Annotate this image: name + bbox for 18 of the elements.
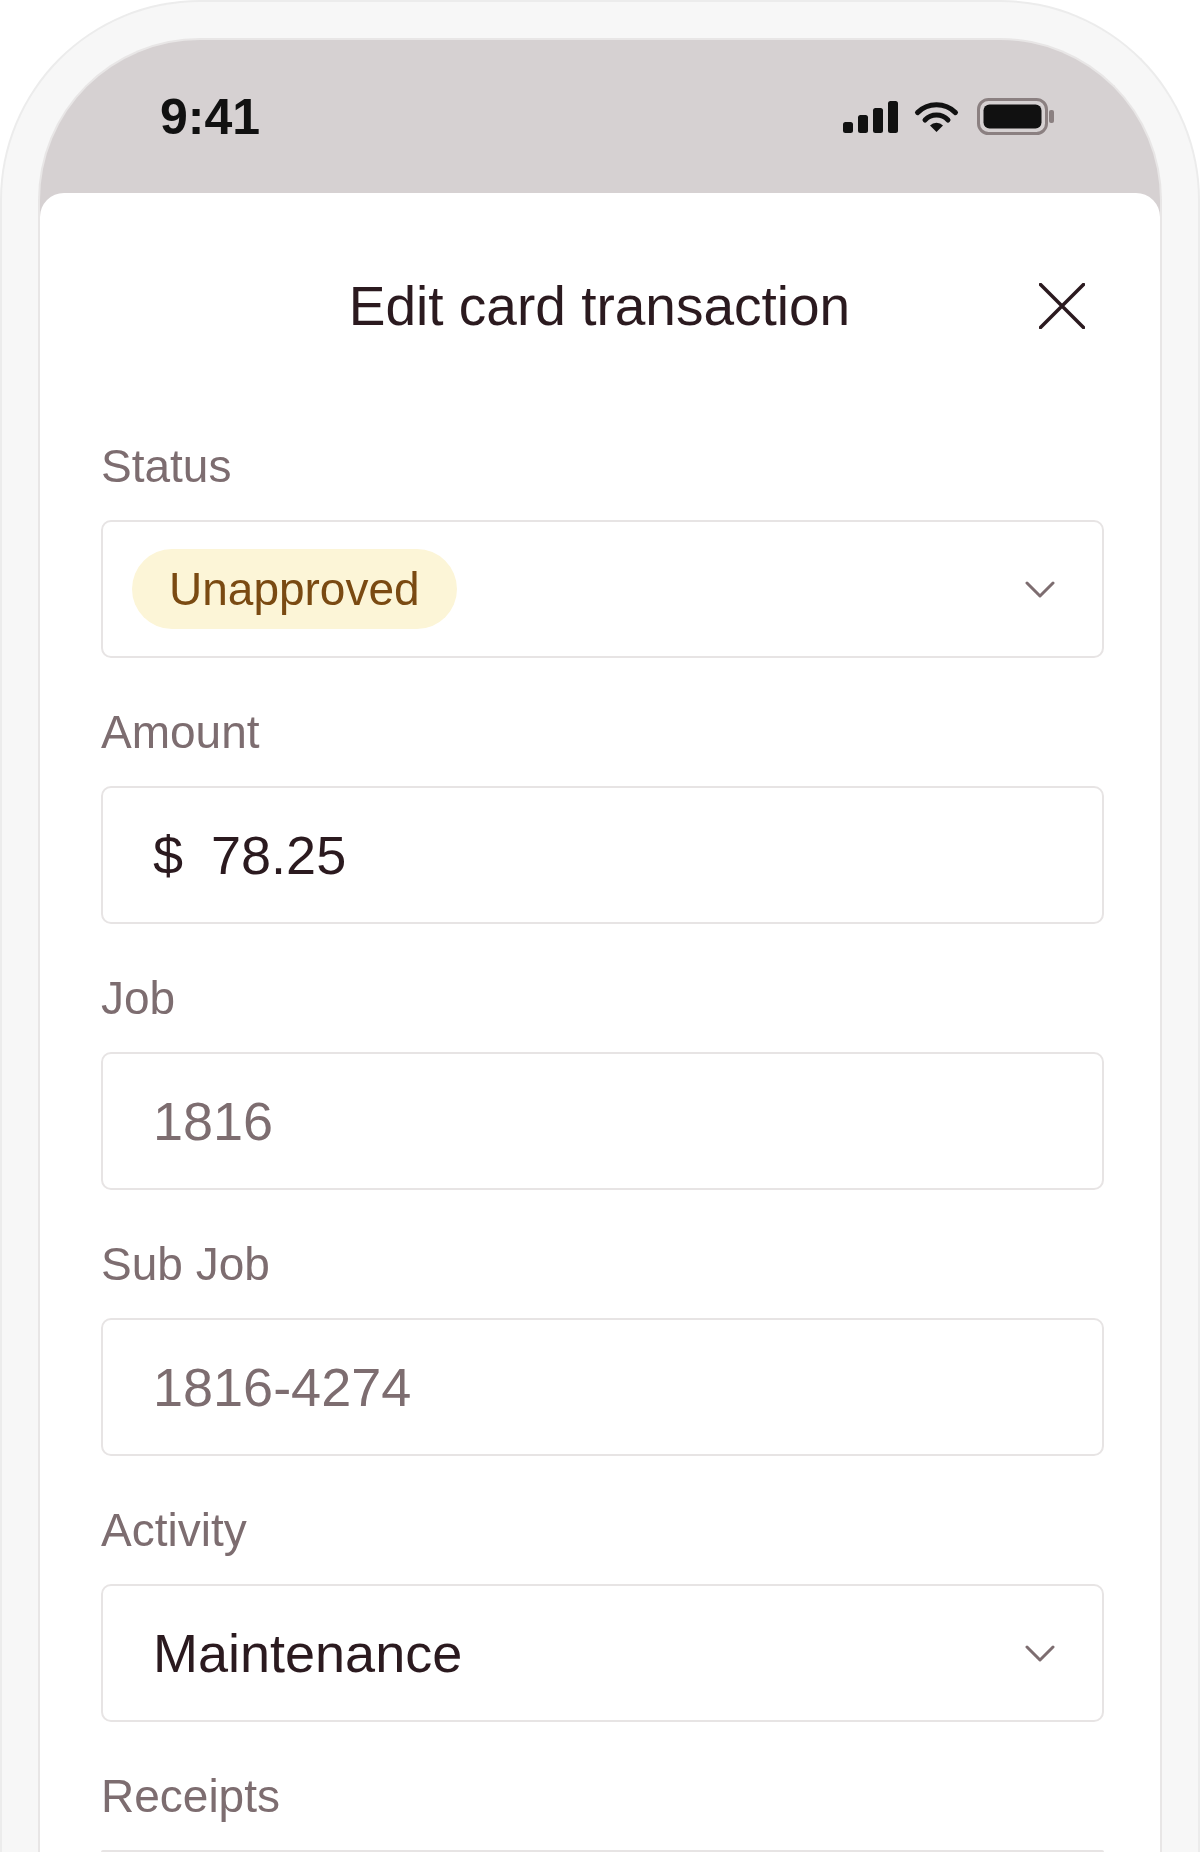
status-badge: Unapproved [132,549,457,629]
field-label: Activity [101,1503,248,1557]
field-label: Status [101,439,233,493]
dropdown-field[interactable]: Maintenance [101,1584,1104,1722]
battery-icon [977,98,1055,135]
status-time: 9:41 [160,91,261,142]
sheet-title: Edit card transaction [348,274,851,338]
amount-field[interactable]: $ 78.25 [101,786,1104,924]
field-label: Job [101,971,177,1025]
wifi-icon [913,100,960,133]
close-icon [1039,283,1085,329]
field-label: Amount [101,705,261,759]
chevron-down-icon [1025,1644,1055,1662]
field-label: Sub Job [101,1237,271,1291]
signal-icon [843,100,898,133]
field-label: Receipts [101,1769,281,1823]
status-dropdown[interactable]: Unapproved [101,520,1104,658]
chevron-down-icon [1025,580,1055,598]
